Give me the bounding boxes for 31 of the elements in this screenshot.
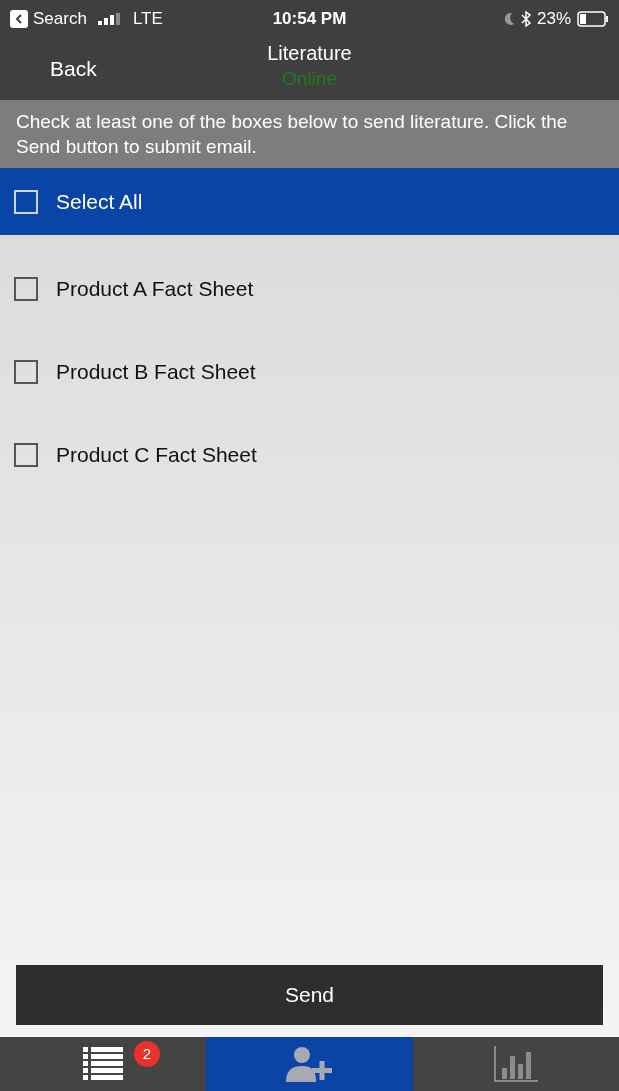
bar-chart-icon: [493, 1046, 538, 1082]
back-button[interactable]: Back: [50, 53, 97, 85]
signal-icon: [97, 13, 122, 25]
checkbox[interactable]: [14, 359, 38, 384]
tab[interactable]: [412, 1037, 619, 1091]
connection-status: Online: [282, 67, 337, 91]
tab[interactable]: 2: [0, 1037, 207, 1091]
bluetooth-icon: [521, 11, 531, 27]
battery-percent: 23%: [537, 8, 571, 31]
checkbox[interactable]: [14, 442, 38, 467]
select-all-row[interactable]: Select All: [0, 168, 619, 235]
page-title: Literature: [267, 41, 352, 66]
send-button[interactable]: Send: [16, 965, 603, 1025]
back-app-label[interactable]: Search: [33, 6, 87, 32]
battery-icon: [577, 11, 609, 27]
list-icon: [83, 1047, 124, 1081]
select-all-label: Select All: [56, 188, 143, 215]
literature-item[interactable]: Product B Fact Sheet: [0, 330, 619, 413]
item-label: Product B Fact Sheet: [56, 358, 256, 385]
moon-icon: [503, 12, 515, 26]
item-label: Product C Fact Sheet: [56, 441, 257, 468]
literature-item[interactable]: Product C Fact Sheet: [0, 413, 619, 496]
tab[interactable]: [206, 1037, 413, 1091]
clock-time: 10:54 PM: [272, 8, 347, 31]
carrier-label: LTE: [132, 8, 163, 31]
literature-item[interactable]: Product A Fact Sheet: [0, 247, 619, 330]
add-user-icon: [286, 1046, 333, 1082]
checkbox[interactable]: [14, 276, 38, 301]
item-label: Product A Fact Sheet: [56, 275, 254, 302]
notification-badge: 2: [134, 1041, 160, 1067]
instructions-text: Check at least one of the boxes below to send literature. Click the Send button to submit email.: [16, 110, 569, 159]
